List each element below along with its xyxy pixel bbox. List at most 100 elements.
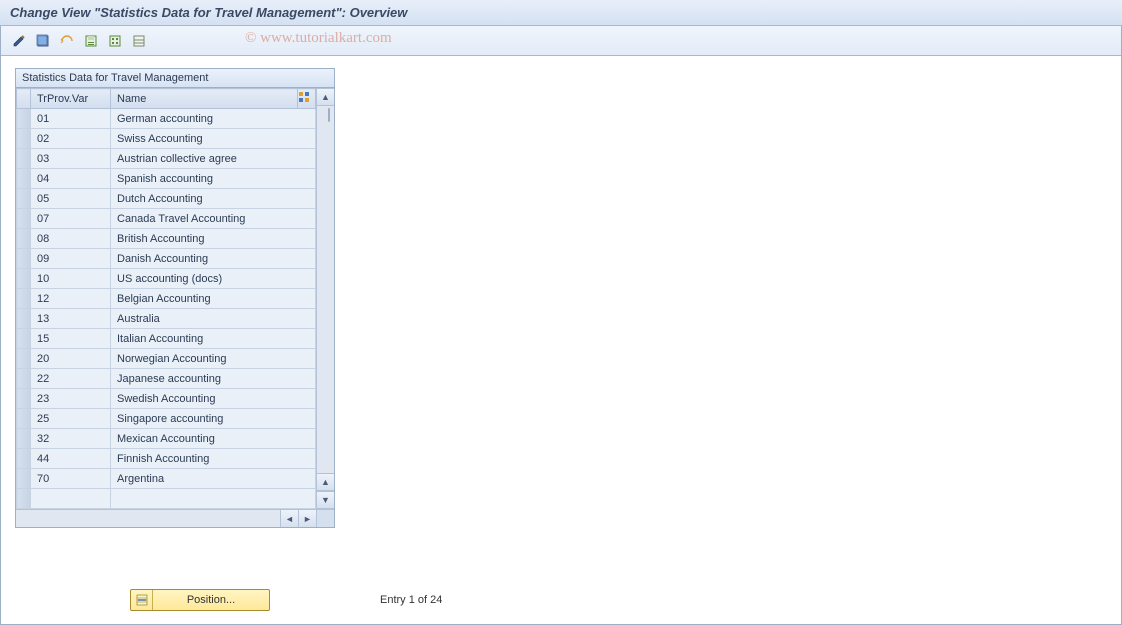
- cell-name[interactable]: Italian Accounting: [111, 329, 316, 349]
- cell-name[interactable]: Danish Accounting: [111, 249, 316, 269]
- position-button[interactable]: Position...: [130, 589, 270, 611]
- select-all-button[interactable]: [33, 31, 53, 51]
- cell-trprov-var[interactable]: 05: [31, 189, 111, 209]
- scroll-left-button[interactable]: ◄: [280, 510, 298, 527]
- row-selector[interactable]: [17, 189, 31, 209]
- row-selector: [17, 489, 31, 509]
- cell-name[interactable]: Swiss Accounting: [111, 129, 316, 149]
- cell-trprov-var[interactable]: 12: [31, 289, 111, 309]
- table-settings-button[interactable]: [298, 89, 316, 109]
- table-view-button[interactable]: [105, 31, 125, 51]
- cell-trprov-var[interactable]: 01: [31, 109, 111, 129]
- table-row[interactable]: 02Swiss Accounting: [17, 129, 316, 149]
- cell-trprov-var[interactable]: 20: [31, 349, 111, 369]
- row-selector[interactable]: [17, 249, 31, 269]
- deselect-all-button[interactable]: [57, 31, 77, 51]
- row-selector[interactable]: [17, 269, 31, 289]
- table-panel: Statistics Data for Travel Management Tr…: [15, 68, 335, 528]
- cell-trprov-var[interactable]: 25: [31, 409, 111, 429]
- cell-name[interactable]: Belgian Accounting: [111, 289, 316, 309]
- cell-trprov-var[interactable]: 03: [31, 149, 111, 169]
- cell-name[interactable]: Finnish Accounting: [111, 449, 316, 469]
- hscroll-spacer: [316, 510, 334, 527]
- row-selector[interactable]: [17, 109, 31, 129]
- table-row[interactable]: 25Singapore accounting: [17, 409, 316, 429]
- table-row[interactable]: 08British Accounting: [17, 229, 316, 249]
- cell-trprov-var[interactable]: 09: [31, 249, 111, 269]
- row-selector[interactable]: [17, 129, 31, 149]
- table-row[interactable]: 04Spanish accounting: [17, 169, 316, 189]
- cell-name[interactable]: German accounting: [111, 109, 316, 129]
- table-row[interactable]: 13Australia: [17, 309, 316, 329]
- row-selector[interactable]: [17, 149, 31, 169]
- table-row[interactable]: 10US accounting (docs): [17, 269, 316, 289]
- row-selector[interactable]: [17, 229, 31, 249]
- row-selector[interactable]: [17, 389, 31, 409]
- scroll-right-button[interactable]: ►: [298, 510, 316, 527]
- col-name[interactable]: Name: [111, 89, 298, 109]
- cell-name[interactable]: Mexican Accounting: [111, 429, 316, 449]
- panel-header: Statistics Data for Travel Management: [16, 69, 334, 88]
- table-row[interactable]: 09Danish Accounting: [17, 249, 316, 269]
- cell-trprov-var[interactable]: 08: [31, 229, 111, 249]
- save-button[interactable]: [81, 31, 101, 51]
- table-row[interactable]: 32Mexican Accounting: [17, 429, 316, 449]
- scroll-up-near-bottom[interactable]: ▲: [317, 473, 334, 491]
- cell-trprov-var[interactable]: 02: [31, 129, 111, 149]
- cell-name[interactable]: Spanish accounting: [111, 169, 316, 189]
- cell-trprov-var[interactable]: 15: [31, 329, 111, 349]
- toggle-display-change-button[interactable]: [9, 31, 29, 51]
- table-row[interactable]: 23Swedish Accounting: [17, 389, 316, 409]
- cell-trprov-var[interactable]: 23: [31, 389, 111, 409]
- row-selector[interactable]: [17, 209, 31, 229]
- table-row[interactable]: 15Italian Accounting: [17, 329, 316, 349]
- scroll-up-button[interactable]: ▲: [317, 88, 334, 106]
- cell-name[interactable]: Australia: [111, 309, 316, 329]
- cell-name[interactable]: Swedish Accounting: [111, 389, 316, 409]
- cell-trprov-var[interactable]: 32: [31, 429, 111, 449]
- row-selector[interactable]: [17, 309, 31, 329]
- table-row[interactable]: 70Argentina: [17, 469, 316, 489]
- cell-trprov-var[interactable]: 04: [31, 169, 111, 189]
- row-selector[interactable]: [17, 329, 31, 349]
- cell-name[interactable]: Norwegian Accounting: [111, 349, 316, 369]
- cell-trprov-var[interactable]: 22: [31, 369, 111, 389]
- row-selector[interactable]: [17, 469, 31, 489]
- col-trprov-var[interactable]: TrProv.Var: [31, 89, 111, 109]
- row-selector[interactable]: [17, 289, 31, 309]
- cell-name[interactable]: Japanese accounting: [111, 369, 316, 389]
- table-row[interactable]: 05Dutch Accounting: [17, 189, 316, 209]
- row-selector[interactable]: [17, 349, 31, 369]
- scroll-down-button[interactable]: ▼: [317, 491, 334, 509]
- table-row[interactable]: 12Belgian Accounting: [17, 289, 316, 309]
- cell-trprov-var[interactable]: 10: [31, 269, 111, 289]
- cell-name[interactable]: Argentina: [111, 469, 316, 489]
- cell-trprov-var[interactable]: 13: [31, 309, 111, 329]
- cell-trprov-var[interactable]: 70: [31, 469, 111, 489]
- cell-name[interactable]: US accounting (docs): [111, 269, 316, 289]
- cell-trprov-var[interactable]: 44: [31, 449, 111, 469]
- table-row[interactable]: 22Japanese accounting: [17, 369, 316, 389]
- table-row[interactable]: 03Austrian collective agree: [17, 149, 316, 169]
- row-selector[interactable]: [17, 449, 31, 469]
- table-row[interactable]: 44Finnish Accounting: [17, 449, 316, 469]
- cell-name[interactable]: Austrian collective agree: [111, 149, 316, 169]
- row-selector[interactable]: [17, 169, 31, 189]
- row-selector-header[interactable]: [17, 89, 31, 109]
- layout-button[interactable]: [129, 31, 149, 51]
- cell-name[interactable]: Singapore accounting: [111, 409, 316, 429]
- row-selector[interactable]: [17, 429, 31, 449]
- page-title: Change View "Statistics Data for Travel …: [10, 5, 407, 20]
- horizontal-scrollbar[interactable]: ◄ ►: [16, 509, 334, 527]
- cell-name[interactable]: British Accounting: [111, 229, 316, 249]
- row-selector[interactable]: [17, 409, 31, 429]
- table-row[interactable]: 01German accounting: [17, 109, 316, 129]
- row-selector[interactable]: [17, 369, 31, 389]
- cell-name[interactable]: Canada Travel Accounting: [111, 209, 316, 229]
- cell-name[interactable]: Dutch Accounting: [111, 189, 316, 209]
- cell-trprov-var[interactable]: 07: [31, 209, 111, 229]
- table-row[interactable]: 07Canada Travel Accounting: [17, 209, 316, 229]
- table-row[interactable]: 20Norwegian Accounting: [17, 349, 316, 369]
- scroll-thumb[interactable]: [328, 108, 330, 122]
- vertical-scrollbar[interactable]: ▲ ▲ ▼: [316, 88, 334, 509]
